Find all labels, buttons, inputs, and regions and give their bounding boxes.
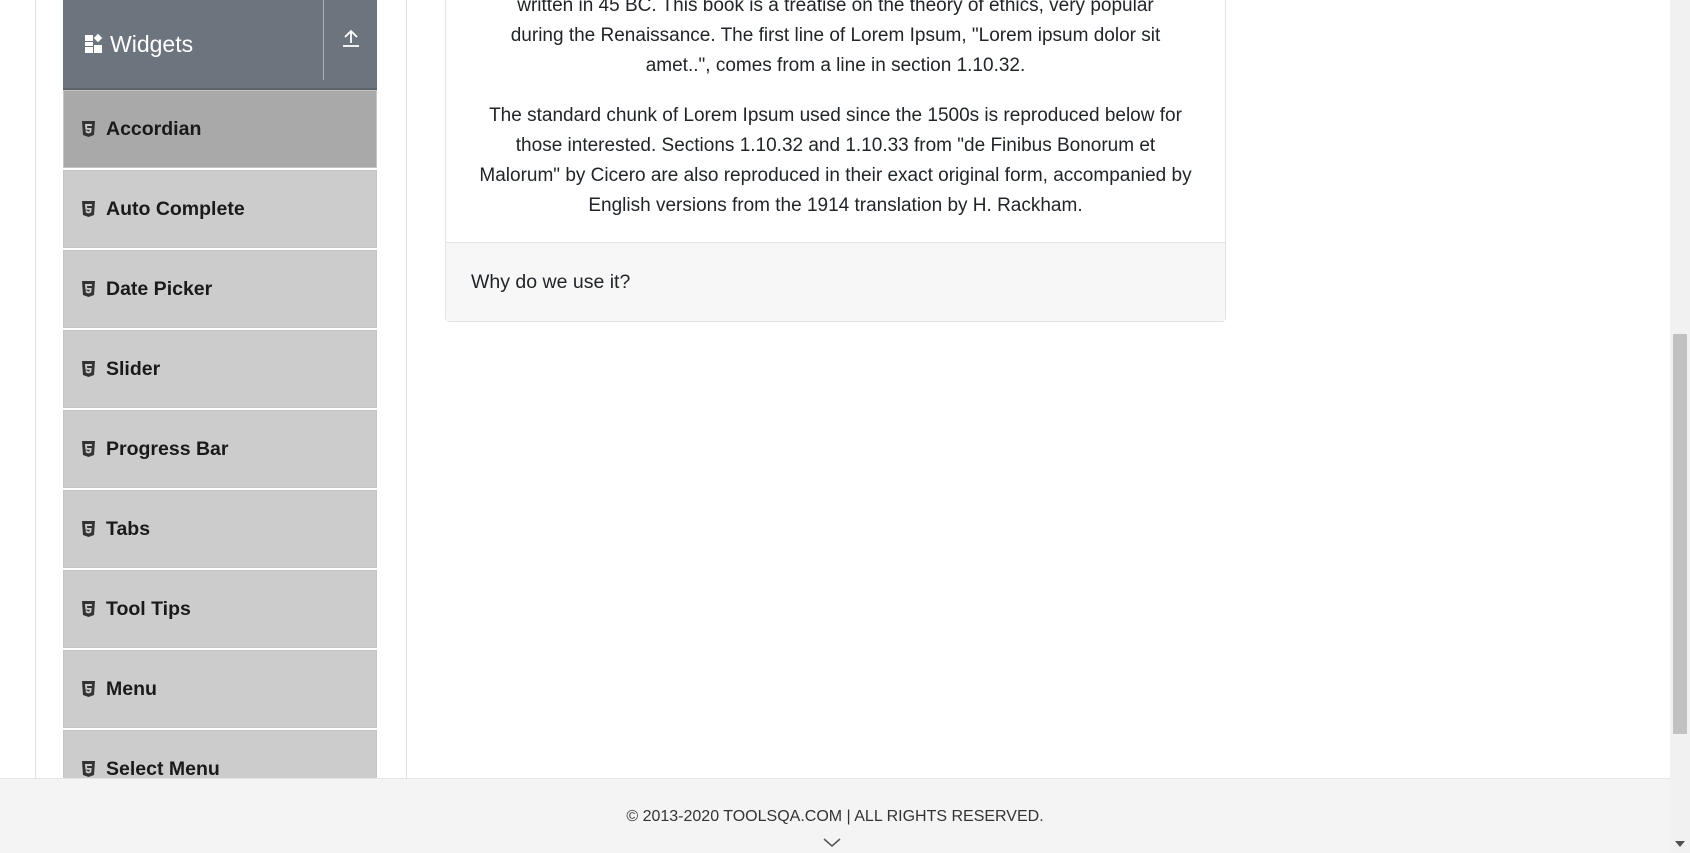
html5-icon <box>82 201 95 217</box>
sidebar-item-label: Auto Complete <box>106 197 245 220</box>
sidebar-item-label: Menu <box>106 677 157 700</box>
collapse-group-button[interactable] <box>323 0 377 80</box>
sidebar-item-label: Tool Tips <box>106 597 191 620</box>
sidebar-item-label: Progress Bar <box>106 437 229 460</box>
content-column-divider <box>406 0 407 778</box>
html5-icon <box>82 601 95 617</box>
html5-icon <box>82 361 95 377</box>
chevron-down-icon[interactable] <box>822 836 842 848</box>
html5-icon <box>82 441 95 457</box>
sidebar-item-tabs[interactable]: Tabs <box>63 490 377 568</box>
widgets-group-header: Widgets <box>63 0 377 90</box>
sidebar-item-accordian[interactable]: Accordian <box>63 90 377 168</box>
sidebar-item-menu[interactable]: Menu <box>63 650 377 728</box>
copyright-text: © 2013-2020 TOOLSQA.COM | ALL RIGHTS RES… <box>626 808 1044 825</box>
sidebar-item-slider[interactable]: Slider <box>63 330 377 408</box>
group-title: Widgets <box>110 30 194 57</box>
upload-arrow-icon <box>341 28 361 53</box>
html5-icon <box>82 121 95 137</box>
scroll-down-arrow-icon[interactable] <box>1675 841 1685 847</box>
section-paragraph-1: written in 45 BC. This book is a treatis… <box>473 0 1198 81</box>
page-footer: © 2013-2020 TOOLSQA.COM | ALL RIGHTS RES… <box>0 778 1670 853</box>
html5-icon <box>82 281 95 297</box>
paragraph-line: amet..", comes from a line in section 1.… <box>645 55 1026 76</box>
page-viewport: Widgets Accordian Auto Complete Date Pic… <box>0 0 1670 853</box>
section-paragraph-2: The standard chunk of Lorem Ipsum used s… <box>479 105 1192 216</box>
sidebar-item-auto-complete[interactable]: Auto Complete <box>63 170 377 248</box>
accordion-section-body: written in 45 BC. This book is a treatis… <box>446 0 1225 221</box>
accordion-card: written in 45 BC. This book is a treatis… <box>445 0 1226 322</box>
accordion-section-header-why-use[interactable]: Why do we use it? <box>446 242 1225 321</box>
left-column-divider <box>35 0 36 778</box>
html5-icon <box>82 761 95 777</box>
vertical-scrollbar[interactable] <box>1670 0 1690 853</box>
widgets-group-toggle[interactable]: Widgets <box>63 0 343 88</box>
html5-icon <box>82 521 95 537</box>
sidebar-item-progress-bar[interactable]: Progress Bar <box>63 410 377 488</box>
sidebar: Widgets Accordian Auto Complete Date Pic… <box>63 0 377 810</box>
widgets-grid-icon <box>84 33 104 54</box>
paragraph-line: written in 45 BC. This book is a treatis… <box>517 0 1154 16</box>
sidebar-item-label: Accordian <box>106 117 202 140</box>
section-header-title: Why do we use it? <box>471 270 631 293</box>
html5-icon <box>82 681 95 697</box>
sidebar-item-date-picker[interactable]: Date Picker <box>63 250 377 328</box>
paragraph-line: during the Renaissance. The first line o… <box>510 25 1161 46</box>
sidebar-item-tool-tips[interactable]: Tool Tips <box>63 570 377 648</box>
sidebar-item-label: Date Picker <box>106 277 213 300</box>
sidebar-item-label: Slider <box>106 357 161 380</box>
scrollbar-thumb[interactable] <box>1673 334 1687 734</box>
widgets-menu-list: Accordian Auto Complete Date Picker Slid… <box>63 90 377 808</box>
sidebar-item-label: Tabs <box>106 517 151 540</box>
